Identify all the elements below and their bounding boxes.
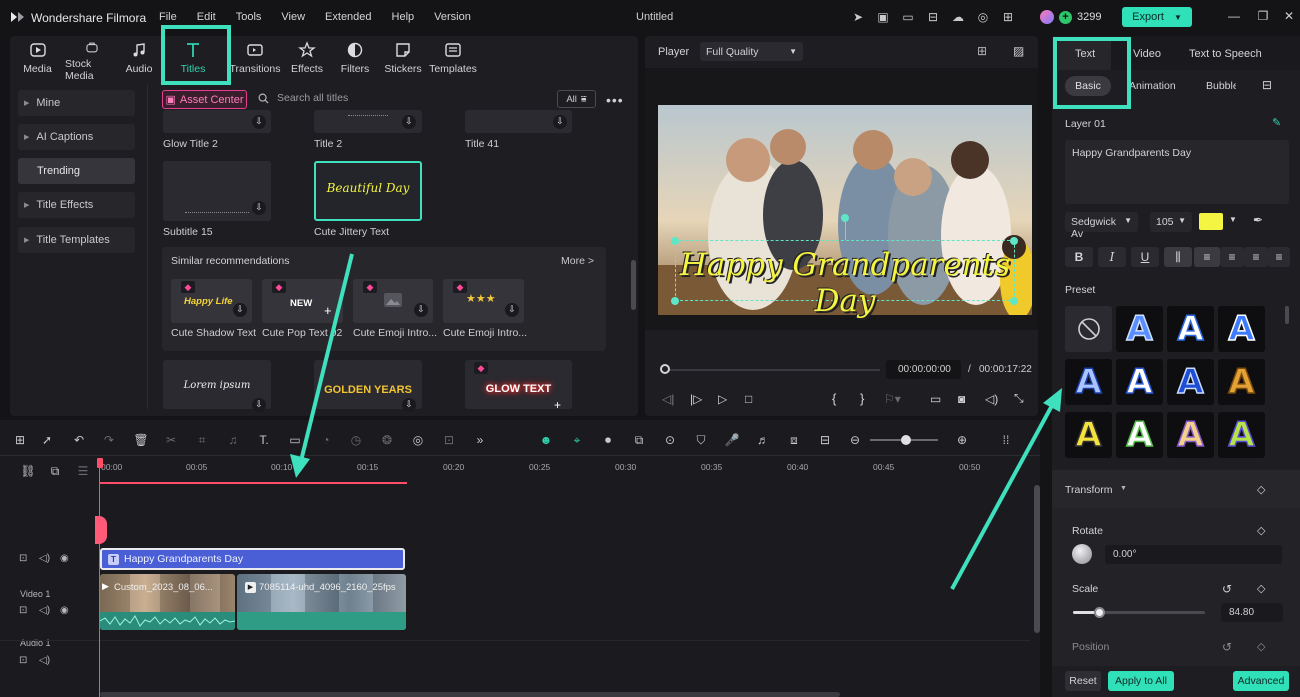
arrow-to-timeline bbox=[298, 253, 354, 466]
arrow-to-presets bbox=[950, 399, 1057, 590]
annotation-arrows bbox=[290, 253, 1062, 590]
arrowhead bbox=[290, 454, 310, 478]
